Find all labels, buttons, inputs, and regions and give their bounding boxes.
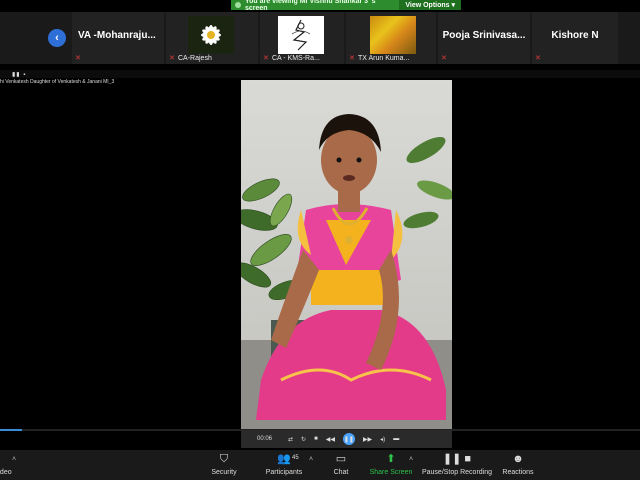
participant-name: TX Arun Kuma... bbox=[358, 55, 410, 62]
security-button[interactable]: ⛉ Security bbox=[204, 452, 244, 476]
viewing-banner: You are viewing MI Vishnu Shankar 3 's s… bbox=[231, 0, 461, 12]
mic-muted-icon: ✕ bbox=[349, 55, 355, 62]
participant-strip: ‹ VA -Mohanraju... ✕ ✕ CA-Rajesh ✕ CA - … bbox=[0, 12, 640, 64]
pause-stop-recording-label: Pause/Stop Recording bbox=[421, 469, 493, 476]
mic-muted-icon: ✕ bbox=[441, 55, 447, 62]
participant-name: Pooja Srinivasa... bbox=[442, 30, 526, 41]
chevron-up-icon[interactable]: ˄ bbox=[12, 456, 16, 463]
reactions-button-label: Reactions bbox=[502, 469, 534, 476]
reactions-button[interactable]: ☻ Reactions bbox=[500, 452, 536, 476]
media-player-controls: 00:06 ⇄ ↻ ■ ◀◀ ❚❚ ▶▶ ◂) ▬ bbox=[241, 430, 452, 448]
participant-tile[interactable]: ✕ TX Arun Kuma... bbox=[346, 12, 436, 64]
chevron-up-icon[interactable]: ˄ bbox=[309, 456, 313, 463]
participant-tile[interactable]: VA -Mohanraju... ✕ bbox=[72, 12, 164, 64]
chat-bubble-icon: ▭ bbox=[335, 453, 347, 465]
repeat-icon[interactable]: ↻ bbox=[301, 436, 306, 443]
mic-muted-icon: ✕ bbox=[75, 55, 81, 62]
playback-time: 00:06 bbox=[257, 436, 273, 442]
participant-name: CA-Rajesh bbox=[178, 55, 212, 62]
participant-name: CA - KMS-Ra... bbox=[272, 55, 320, 62]
fast-forward-icon[interactable]: ▶▶ bbox=[363, 436, 372, 443]
viewing-banner-text: You are viewing MI Vishnu Shankar 3 's s… bbox=[245, 0, 376, 12]
chevron-up-icon[interactable]: ˄ bbox=[409, 456, 413, 463]
video-button-label: ideo bbox=[0, 469, 12, 476]
participant-name: Kishore N bbox=[551, 30, 599, 41]
chevron-left-icon: ‹ bbox=[55, 32, 59, 44]
chat-button[interactable]: ▭ Chat bbox=[326, 452, 356, 476]
volume-slider[interactable]: ▬ bbox=[393, 436, 399, 442]
security-button-label: Security bbox=[211, 469, 237, 476]
participant-tile[interactable]: Pooja Srinivasa... ✕ bbox=[438, 12, 530, 64]
meeting-toolbar: ideo ˄ ⛉ Security 👥 Participants 45 ˄ ▭ … bbox=[0, 450, 640, 480]
sketch-avatar bbox=[278, 16, 324, 54]
smiley-icon: ☻ bbox=[512, 453, 524, 465]
zoom-window: You are viewing MI Vishnu Shankar 3 's s… bbox=[0, 0, 640, 480]
volume-icon[interactable]: ◂) bbox=[380, 436, 385, 443]
view-options-button[interactable]: View Options ▾ bbox=[399, 0, 461, 10]
share-screen-button[interactable]: ⬆ Share Screen bbox=[368, 452, 414, 476]
shield-icon: ⛉ bbox=[219, 453, 229, 465]
people-icon: 👥 bbox=[277, 453, 291, 465]
share-screen-button-label: Share Screen bbox=[369, 469, 413, 476]
shared-video[interactable] bbox=[241, 80, 452, 430]
participant-tile[interactable]: ✕ CA - KMS-Ra... bbox=[260, 12, 344, 64]
mic-muted-icon: ✕ bbox=[169, 55, 175, 62]
chat-button-label: Chat bbox=[333, 469, 349, 476]
video-progress-fill bbox=[0, 429, 22, 431]
stop-icon[interactable]: ■ bbox=[314, 436, 318, 442]
pause-stop-icon: ❚❚ ■ bbox=[442, 453, 472, 465]
flowers-avatar bbox=[370, 16, 416, 54]
pause-icon[interactable]: ▮▮ ▪ bbox=[12, 71, 26, 78]
shuffle-icon[interactable]: ⇄ bbox=[288, 436, 293, 443]
daisy-avatar bbox=[188, 16, 234, 54]
share-screen-icon: ⬆ bbox=[386, 453, 396, 465]
participants-button-label: Participants bbox=[265, 469, 303, 476]
rewind-icon[interactable]: ◀◀ bbox=[326, 436, 335, 443]
participants-count: 45 bbox=[292, 455, 299, 461]
dancer-image bbox=[256, 114, 452, 420]
shared-window-title: hi Venkatesh Daughter of Venkatesh & Jan… bbox=[0, 79, 115, 85]
previous-page-button[interactable]: ‹ bbox=[48, 29, 66, 47]
participant-tile[interactable]: ✕ CA-Rajesh bbox=[166, 12, 258, 64]
pause-button[interactable]: ❚❚ bbox=[342, 433, 355, 445]
participants-button[interactable]: 👥 Participants bbox=[262, 452, 306, 476]
participant-name: VA -Mohanraju... bbox=[78, 30, 156, 41]
mic-muted-icon: ✕ bbox=[263, 55, 269, 62]
shared-window-bar bbox=[0, 70, 640, 78]
mic-muted-icon: ✕ bbox=[535, 55, 541, 62]
participant-tile[interactable]: Kishore N ✕ bbox=[532, 12, 618, 64]
share-status-icon bbox=[235, 2, 241, 8]
pause-stop-recording-button[interactable]: ❚❚ ■ Pause/Stop Recording bbox=[420, 452, 494, 476]
